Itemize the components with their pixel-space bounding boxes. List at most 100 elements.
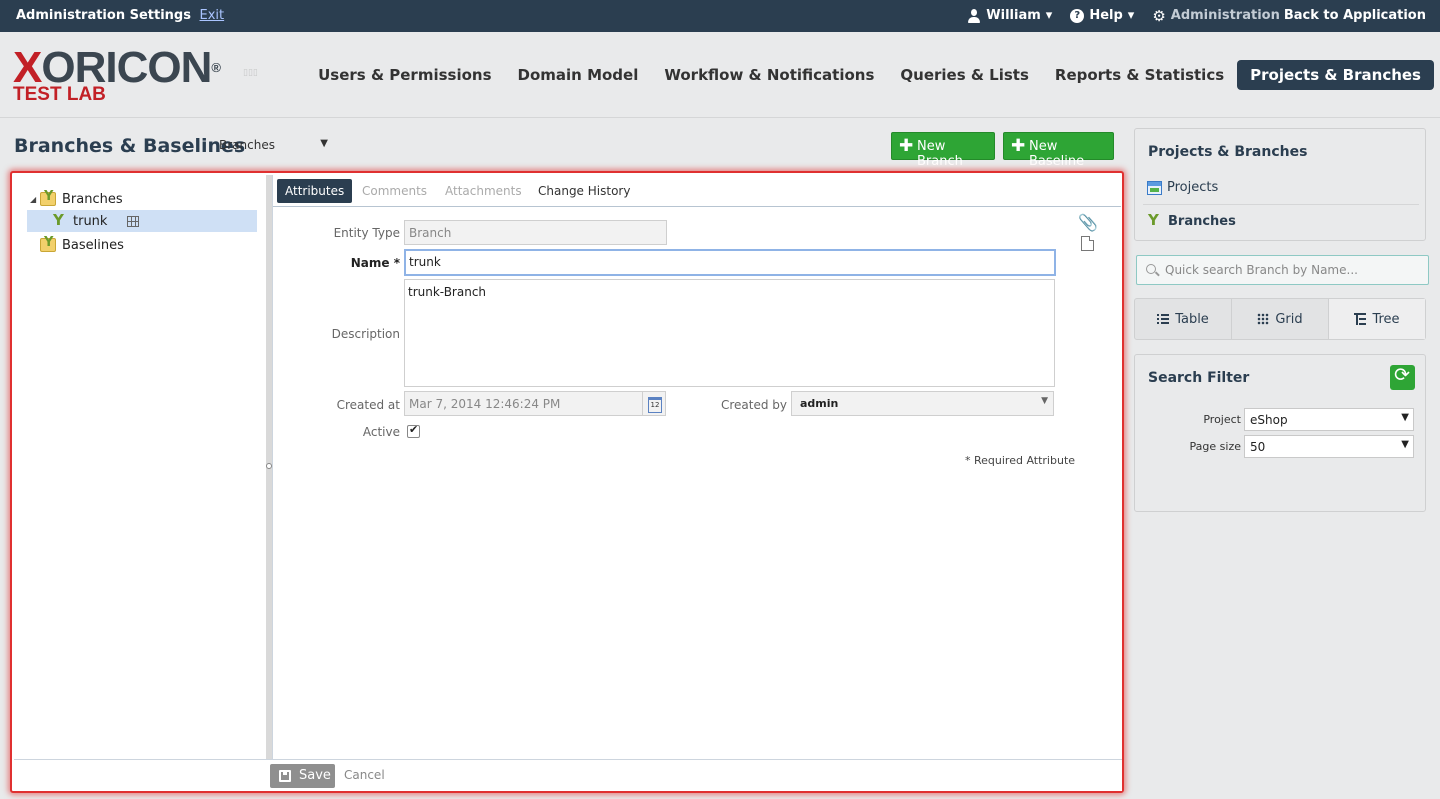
header: XORICON® TEST LAB ▯▯▯ Users & Permission… [0,32,1440,118]
user-icon [967,8,981,23]
baselines-folder-icon [40,235,56,252]
user-name: William [986,8,1041,23]
chevron-down-icon: ▾ [1045,8,1053,23]
tree-node-branches[interactable]: ◢ Branches [30,188,260,210]
branch-icon [52,211,67,229]
nav-users-permissions[interactable]: Users & Permissions [305,60,504,90]
required-attribute-note: * Required Attribute [965,454,1076,467]
grid-icon [1257,313,1270,325]
created-by-select[interactable]: admin ▼ [791,391,1054,416]
user-menu[interactable]: William ▾ [967,8,1052,23]
side-item-branches[interactable]: Branches [1147,211,1236,229]
branches-folder-icon [40,189,56,206]
project-filter-label: Project [1203,413,1241,426]
search-filter-panel: Search Filter [1134,354,1426,512]
page-title: Branches & Baselines [14,135,246,157]
filter-title: Search Filter [1148,370,1250,386]
plus-icon: ✚ [1011,136,1026,156]
nav-domain-model[interactable]: Domain Model [505,60,652,90]
admin-settings-label: Administration Settings [16,8,191,23]
exit-link[interactable]: Exit [200,8,225,23]
table-icon[interactable] [127,215,140,227]
side-item-projects[interactable]: Projects [1147,180,1218,195]
tab-change-history[interactable]: Change History [530,179,638,203]
tab-comments[interactable]: Comments [354,179,435,203]
form-footer: Save Cancel [14,759,1122,791]
description-field[interactable]: trunk-Branch [404,279,1055,387]
view-table-button[interactable]: Table [1135,299,1232,339]
admin-settings-title: Administration Settings Exit [16,8,224,23]
chevron-down-icon: ▾ [1127,8,1135,23]
nav-workflow-notifications[interactable]: Workflow & Notifications [651,60,887,90]
logo: XORICON® TEST LAB ▯▯▯ [13,43,258,105]
page-size-select[interactable]: 50 ▼ [1244,435,1414,458]
created-at-label: Created at [336,398,400,412]
administration-link[interactable]: ⚙ Administration [1152,8,1280,23]
document-icon[interactable] [1081,236,1094,251]
help-label: Help [1089,8,1123,23]
divider [1143,204,1419,205]
detail-tabs: Attributes Comments Attachments Change H… [273,175,1121,207]
branch-tree: ◢ Branches trunk Baselines [14,175,266,759]
tree-icon [1354,313,1367,325]
nav-reports-statistics[interactable]: Reports & Statistics [1042,60,1237,90]
editor-frame: ◢ Branches trunk Baselines Attributes Co… [10,171,1124,793]
project-filter-select[interactable]: eShop ▼ [1244,408,1414,431]
detail-panel: Attributes Comments Attachments Change H… [272,175,1122,759]
new-baseline-button[interactable]: ✚ New Baseline [1003,132,1114,169]
tree-node-label: Baselines [62,237,124,253]
view-select[interactable]: Branches ▼ [219,138,331,152]
created-by-label: Created by [720,398,787,412]
created-at-field: Mar 7, 2014 12:46:24 PM [404,391,643,416]
top-menu: William ▾ ? Help ▾ ⚙ Administration Back… [967,8,1426,23]
administration-label: Administration [1170,8,1280,23]
search-placeholder: Quick search Branch by Name... [1165,263,1358,277]
view-label: Grid [1275,311,1303,327]
nav-queries-lists[interactable]: Queries & Lists [887,60,1042,90]
panel-title: Projects & Branches [1148,144,1308,160]
name-field[interactable]: trunk [404,249,1056,276]
calendar-icon[interactable] [642,391,666,416]
tab-attachments[interactable]: Attachments [437,179,530,203]
plus-icon: ✚ [899,136,914,156]
view-tree-button[interactable]: Tree [1329,299,1425,339]
projects-branches-panel: Projects & Branches Projects Branches [1134,128,1426,241]
side-item-label: Branches [1168,214,1236,229]
view-grid-button[interactable]: Grid [1232,299,1329,339]
page-size-value: 50 [1250,440,1266,454]
help-menu[interactable]: ? Help ▾ [1070,8,1134,23]
caret-down-icon: ▼ [1401,439,1409,450]
tree-node-baselines[interactable]: Baselines [40,234,260,256]
description-label: Description [331,327,400,341]
view-switcher: Table Grid Tree [1134,298,1426,340]
logo-wordmark: XORICON® [13,43,221,92]
tree-node-trunk[interactable]: trunk [27,210,257,232]
new-branch-label: New Branch [917,139,963,169]
tree-node-label: Branches [62,191,123,207]
help-icon: ? [1070,8,1085,23]
caret-down-icon: ▼ [1401,412,1409,423]
caret-down-icon: ▼ [320,138,328,149]
refresh-icon[interactable] [1390,364,1415,390]
active-checkbox[interactable] [407,423,420,438]
quick-search-input[interactable]: Quick search Branch by Name... [1136,255,1429,285]
created-by-value: admin [800,397,839,410]
new-baseline-label: New Baseline [1029,139,1085,169]
nav-projects-branches[interactable]: Projects & Branches [1237,60,1434,90]
search-icon [1146,264,1156,274]
back-to-application-link[interactable]: Back to Application [1284,8,1426,23]
new-branch-button[interactable]: ✚ New Branch [891,132,995,169]
caret-down-icon: ▼ [1041,396,1048,406]
save-button[interactable]: Save [270,764,335,788]
tree-expand-icon[interactable]: ◢ [30,195,40,204]
page-size-label: Page size [1189,440,1241,453]
tree-node-label: trunk [73,213,108,229]
view-select-value: Branches [219,138,275,152]
save-label: Save [299,768,331,783]
gear-icon: ⚙ [1152,6,1166,25]
tab-attributes[interactable]: Attributes [277,179,353,203]
entity-type-label: Entity Type [333,226,400,240]
attachment-icon[interactable]: 📎 [1078,213,1098,232]
main-nav: Users & Permissions Domain Model Workflo… [305,60,1434,90]
cancel-button[interactable]: Cancel [344,768,385,782]
